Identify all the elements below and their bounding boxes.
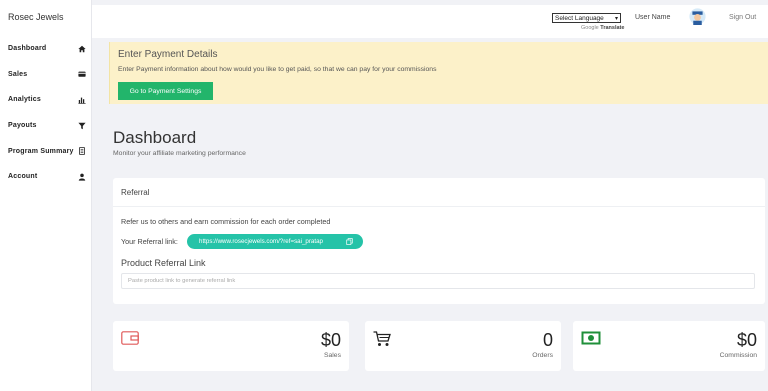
sales-value: $0 [320,330,341,350]
referral-link-label: Your Referral link: [121,237,178,246]
sidebar-item-account[interactable]: Account [0,164,92,190]
sign-out-link[interactable]: Sign Out [729,14,756,21]
divider [113,206,765,207]
commission-value: $0 [736,330,757,350]
orders-label: Orders [532,352,553,359]
page-subtitle: Monitor your affiliate marketing perform… [113,150,246,157]
sales-label: Sales [323,352,341,359]
avatar[interactable] [689,8,706,25]
card-icon [78,71,86,78]
orders-stat-card: 0 Orders [365,321,561,371]
sidebar-item-payouts[interactable]: Payouts [0,113,92,139]
sidebar-nav: Dashboard Sales Analytics Payouts Progra… [0,36,92,190]
sidebar-item-analytics[interactable]: Analytics [0,87,92,113]
filter-icon [78,122,86,129]
sidebar-item-dashboard[interactable]: Dashboard [0,36,92,62]
brand-name: Rosec Jewels [8,12,64,22]
language-select-value: Select Language [555,14,604,22]
user-icon [78,173,86,181]
top-strip [92,0,768,5]
sidebar-item-program-summary[interactable]: Program Summary [0,138,92,164]
banner-text: Enter Payment information about how woul… [118,66,437,73]
sidebar-item-label: Sales [8,70,28,78]
bar-chart-icon [78,97,86,104]
product-link-placeholder: Paste product link to generate referral … [128,278,236,284]
referral-header: Referral [121,188,150,197]
sidebar-item-label: Program Summary [8,147,74,155]
referral-description: Refer us to others and earn commission f… [121,217,331,226]
page-title: Dashboard [113,128,197,147]
banner-title: Enter Payment Details [118,49,218,60]
sales-stat-card: $0 Sales [113,321,349,371]
sidebar-item-label: Payouts [8,122,37,130]
copy-icon[interactable] [346,238,353,245]
commission-label: Commission [719,352,757,359]
powered-prefix: Google [581,25,599,31]
cart-icon [373,331,391,346]
google-translate-credit: Google Translate [581,25,624,31]
user-name: User Name [635,14,671,21]
referral-link-value: https://www.rosecjewels.com/?ref=sai_pra… [199,238,323,245]
product-link-input[interactable]: Paste product link to generate referral … [121,273,755,289]
sidebar-item-label: Dashboard [8,45,47,53]
document-icon [79,147,85,155]
powered-suffix: Translate [600,25,625,31]
referral-link-button[interactable]: https://www.rosecjewels.com/?ref=sai_pra… [187,234,363,249]
sidebar: Rosec Jewels Dashboard Sales Analytics P… [0,0,92,391]
language-select[interactable]: Select Language ▾ [552,13,621,23]
sidebar-item-label: Account [8,173,38,181]
payment-banner: Enter Payment Details Enter Payment info… [109,42,768,104]
cash-icon [581,331,601,345]
referral-card: Referral Refer us to others and earn com… [113,178,765,304]
sidebar-item-sales[interactable]: Sales [0,62,92,88]
commission-stat-card: $0 Commission [573,321,765,371]
orders-value: 0 [542,330,553,350]
product-referral-title: Product Referral Link [121,258,206,268]
chevron-down-icon: ▾ [614,15,618,22]
wallet-icon [121,331,139,345]
home-icon [78,45,86,52]
sidebar-item-label: Analytics [8,96,41,104]
payment-settings-button[interactable]: Go to Payment Settings [118,82,213,100]
